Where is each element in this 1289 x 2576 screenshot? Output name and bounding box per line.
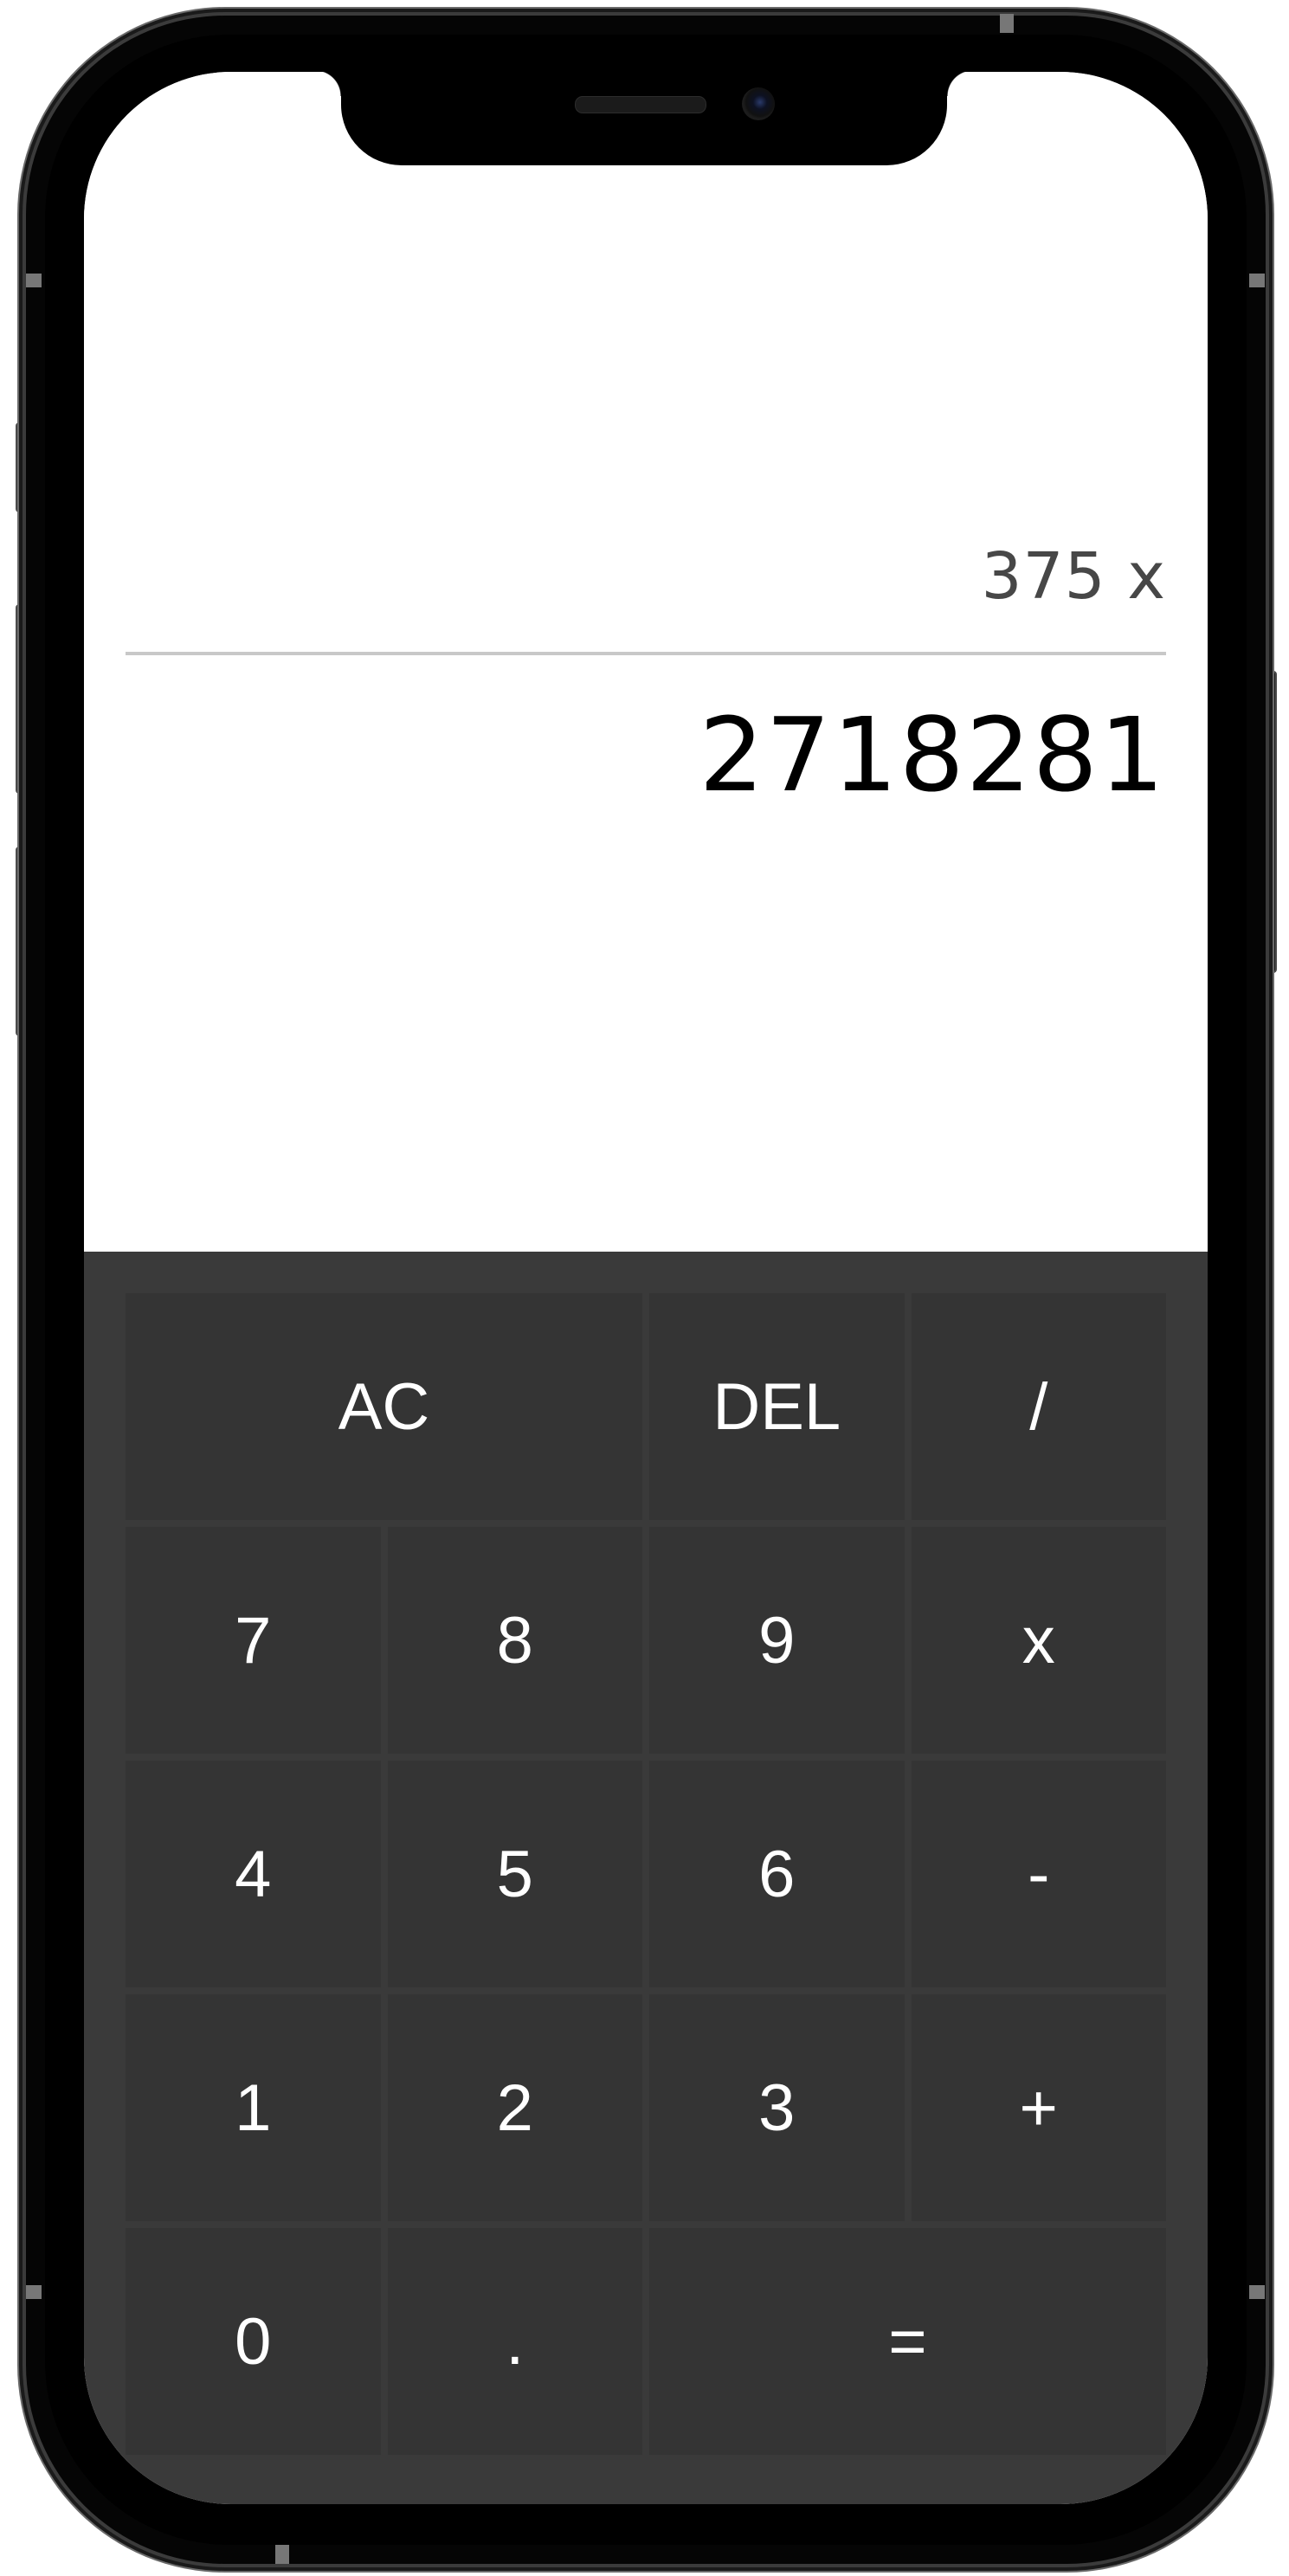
digit-4-button[interactable]: 4 <box>126 1761 381 1987</box>
notch <box>315 72 973 165</box>
device-mockup: 375 x 2718281 AC DEL / 7 8 9 x 4 5 6 - 1… <box>0 0 1289 2576</box>
antenna-band <box>1249 274 1265 287</box>
calculator-keypad: AC DEL / 7 8 9 x 4 5 6 - 1 2 3 + 0 . = <box>84 1252 1208 2504</box>
digit-8-button[interactable]: 8 <box>387 1527 642 1754</box>
subtract-button[interactable]: - <box>911 1761 1166 1987</box>
digit-5-button[interactable]: 5 <box>387 1761 642 1987</box>
key-grid: AC DEL / 7 8 9 x 4 5 6 - 1 2 3 + 0 . = <box>126 1293 1166 2455</box>
current-operand: 2718281 <box>699 695 1166 815</box>
divide-button[interactable]: / <box>911 1293 1166 1520</box>
digit-0-button[interactable]: 0 <box>126 2228 381 2455</box>
antenna-band <box>26 2285 42 2299</box>
front-camera-icon <box>742 87 775 120</box>
digit-7-button[interactable]: 7 <box>126 1527 381 1754</box>
phone-screen: 375 x 2718281 AC DEL / 7 8 9 x 4 5 6 - 1… <box>84 72 1208 2504</box>
all-clear-button[interactable]: AC <box>126 1293 642 1520</box>
digit-1-button[interactable]: 1 <box>126 1994 381 2221</box>
antenna-band <box>26 274 42 287</box>
antenna-band <box>275 2545 289 2564</box>
delete-button[interactable]: DEL <box>649 1293 905 1520</box>
digit-6-button[interactable]: 6 <box>649 1761 905 1987</box>
earpiece-speaker <box>575 96 706 113</box>
add-button[interactable]: + <box>911 1994 1166 2221</box>
digit-3-button[interactable]: 3 <box>649 1994 905 2221</box>
antenna-band <box>1000 14 1014 33</box>
display-divider <box>126 652 1166 655</box>
multiply-button[interactable]: x <box>911 1527 1166 1754</box>
calculator-display: 375 x 2718281 <box>84 72 1208 1252</box>
previous-operand: 375 x <box>981 539 1166 614</box>
equals-button[interactable]: = <box>649 2228 1166 2455</box>
digit-2-button[interactable]: 2 <box>387 1994 642 2221</box>
decimal-button[interactable]: . <box>387 2228 642 2455</box>
antenna-band <box>1249 2285 1265 2299</box>
digit-9-button[interactable]: 9 <box>649 1527 905 1754</box>
